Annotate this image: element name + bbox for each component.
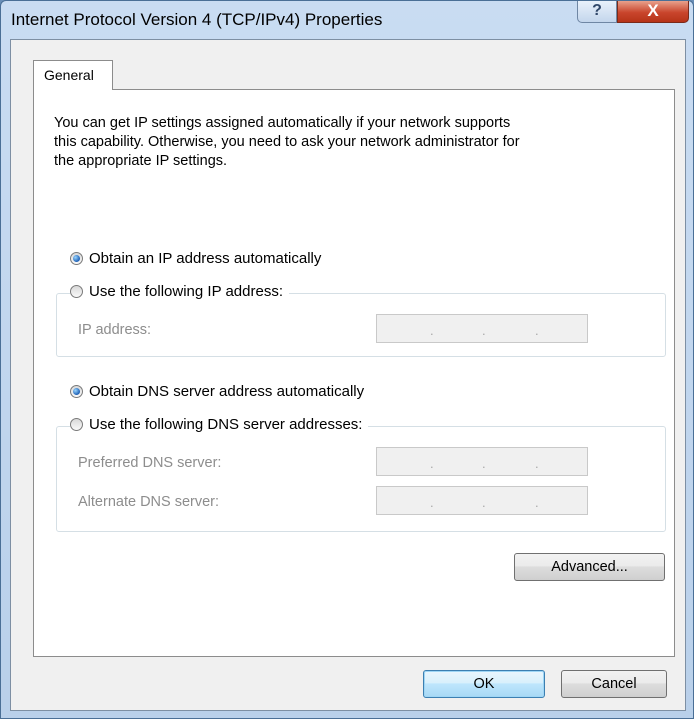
ip-separator: . (535, 323, 539, 338)
ip-separator: . (482, 323, 486, 338)
ip-separator: . (430, 495, 434, 510)
ip-separator: . (482, 456, 486, 471)
alternate-dns-field: . . . (376, 486, 588, 515)
ip-separator: . (430, 456, 434, 471)
dialog-window: Internet Protocol Version 4 (TCP/IPv4) P… (0, 0, 694, 719)
description-line: the appropriate IP settings. (54, 153, 228, 169)
radio-obtain-ip-auto-label: Obtain an IP address automatically (89, 250, 322, 267)
ip-separator: . (482, 495, 486, 510)
radio-use-dns-label: Use the following DNS server addresses: (89, 416, 363, 433)
alternate-dns-label: Alternate DNS server: (78, 494, 220, 510)
radio-use-ip[interactable]: Use the following IP address: (70, 283, 289, 300)
radio-unselected-icon[interactable] (70, 285, 83, 298)
radio-selected-icon[interactable] (70, 385, 83, 398)
help-icon: ? (592, 2, 602, 19)
description-text: You can get IP settings assigned automat… (54, 114, 654, 171)
title-bar[interactable]: Internet Protocol Version 4 (TCP/IPv4) P… (1, 1, 693, 39)
tab-general[interactable]: General (33, 60, 113, 90)
ip-address-field: . . . (376, 314, 588, 343)
ip-address-label: IP address: (78, 322, 152, 338)
description-line: this capability. Otherwise, you need to … (54, 134, 520, 150)
preferred-dns-field: . . . (376, 447, 588, 476)
close-button[interactable]: X (617, 1, 689, 23)
radio-selected-icon[interactable] (70, 252, 83, 265)
dns-server-group (56, 426, 666, 532)
preferred-dns-label: Preferred DNS server: (78, 455, 222, 471)
cancel-button[interactable]: Cancel (561, 670, 667, 698)
radio-use-dns[interactable]: Use the following DNS server addresses: (70, 416, 369, 433)
ok-button[interactable]: OK (423, 670, 545, 698)
radio-obtain-ip-auto[interactable]: Obtain an IP address automatically (70, 250, 328, 267)
dialog-client-area: General You can get IP settings assigned… (10, 39, 686, 711)
description-line: You can get IP settings assigned automat… (54, 115, 511, 131)
ip-separator: . (430, 323, 434, 338)
general-tab-panel: You can get IP settings assigned automat… (33, 89, 675, 657)
ip-separator: . (535, 456, 539, 471)
tab-general-label: General (44, 67, 94, 83)
radio-unselected-icon[interactable] (70, 418, 83, 431)
help-button[interactable]: ? (577, 1, 617, 23)
radio-use-ip-label: Use the following IP address: (89, 283, 283, 300)
ip-separator: . (535, 495, 539, 510)
window-title: Internet Protocol Version 4 (TCP/IPv4) P… (11, 10, 383, 29)
close-icon: X (647, 1, 659, 20)
radio-obtain-dns-auto-label: Obtain DNS server address automatically (89, 383, 365, 400)
radio-obtain-dns-auto[interactable]: Obtain DNS server address automatically (70, 383, 371, 400)
advanced-button[interactable]: Advanced... (514, 553, 665, 581)
